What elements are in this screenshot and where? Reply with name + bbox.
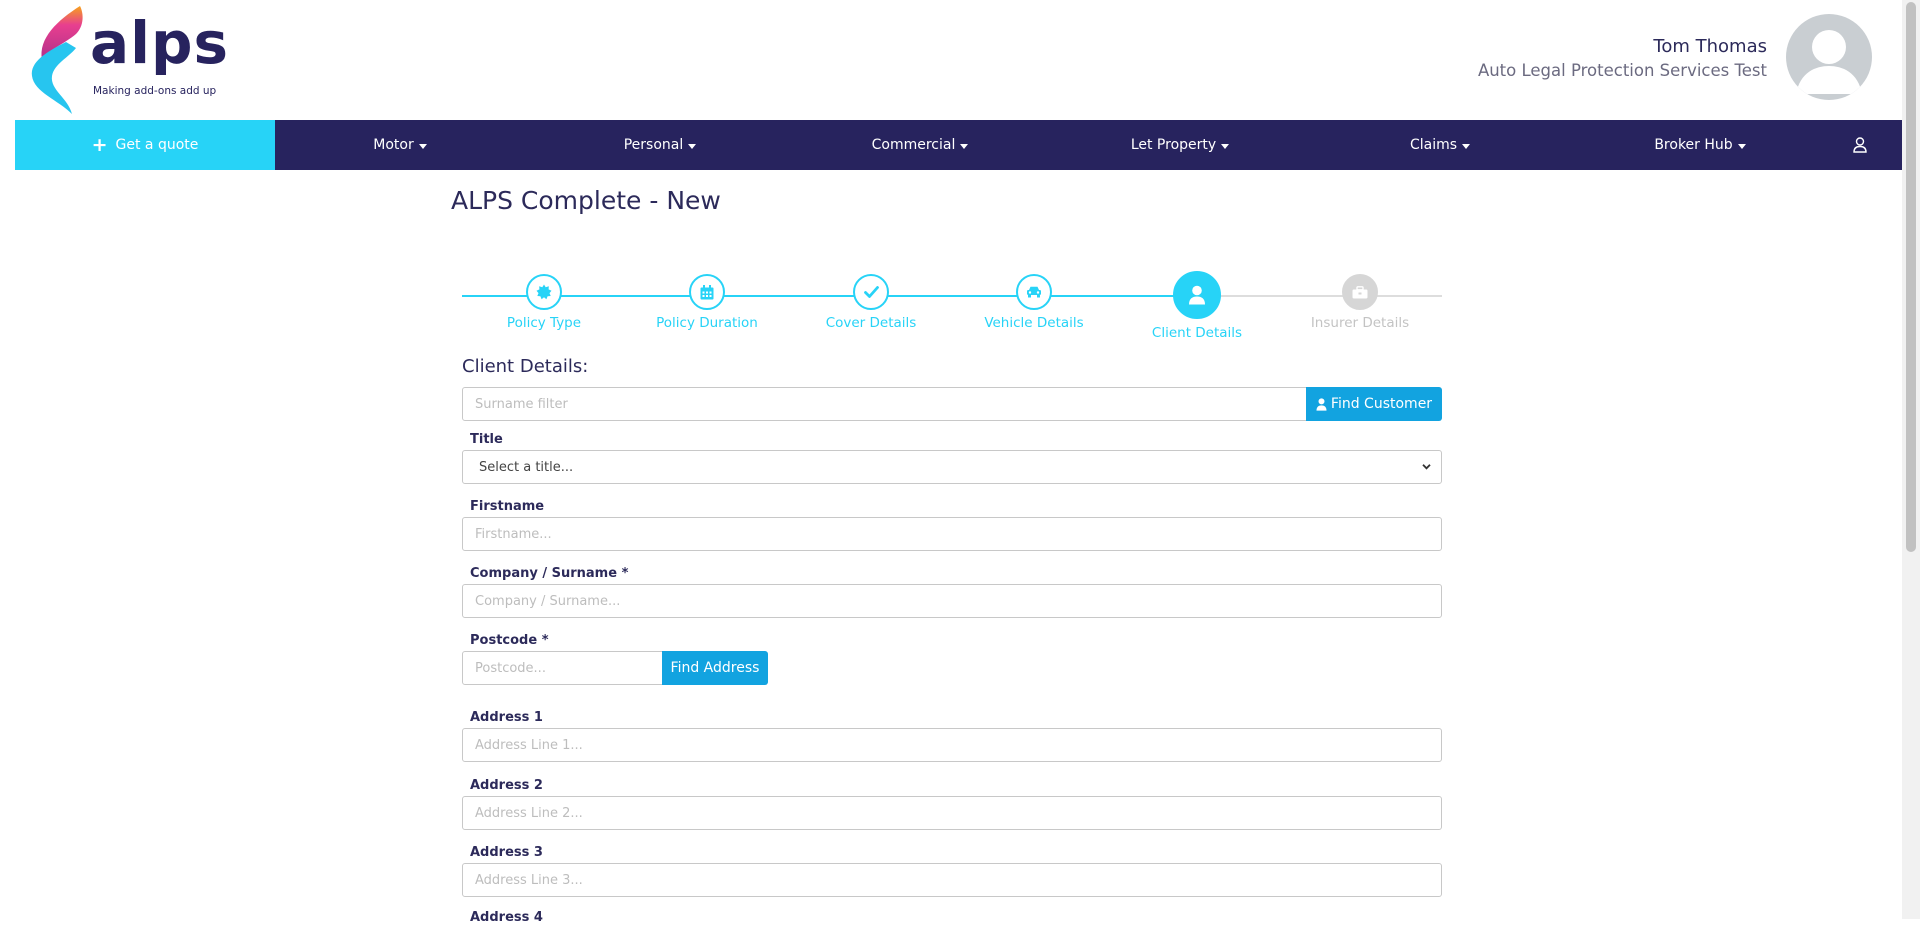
surname-label: Company / Surname *: [470, 566, 629, 581]
address3-label: Address 3: [470, 845, 543, 860]
caret-down-icon: [418, 143, 427, 149]
step-policy-duration[interactable]: Policy Duration: [625, 270, 789, 331]
step-policy-type[interactable]: Policy Type: [462, 270, 626, 331]
nav-item-claims[interactable]: Claims: [1375, 120, 1505, 170]
caret-down-icon: [688, 143, 697, 149]
step-circle: [689, 274, 725, 310]
postcode-label: Postcode *: [470, 633, 549, 648]
step-label: Policy Duration: [656, 315, 758, 331]
default-avatar-icon: [1796, 30, 1862, 94]
step-vehicle-details[interactable]: Vehicle Details: [952, 270, 1116, 331]
certificate-icon: [536, 284, 552, 300]
address3-input[interactable]: Address Line 3...: [462, 863, 1442, 897]
logo-wordmark: alps: [90, 9, 230, 77]
caret-down-icon: [1221, 143, 1230, 149]
address3-placeholder: Address Line 3...: [475, 872, 583, 888]
step-label: Cover Details: [825, 315, 917, 331]
logo-tagline: Making add-ons add up: [93, 85, 217, 97]
firstname-placeholder: Firstname...: [475, 526, 552, 542]
get-a-quote-label: Get a quote: [115, 137, 199, 153]
step-label: Insurer Details: [1310, 315, 1410, 331]
step-circle: [526, 274, 562, 310]
nav-item-label: Motor: [373, 137, 414, 153]
step-circle: [853, 274, 889, 310]
step-circle: [1173, 271, 1221, 319]
car-icon: [1027, 286, 1041, 298]
title-selected-value: Select a title...: [479, 459, 574, 475]
address2-placeholder: Address Line 2...: [475, 805, 583, 821]
postcode-placeholder: Postcode...: [475, 660, 546, 676]
title-label: Title: [470, 432, 503, 447]
postcode-input[interactable]: Postcode...: [462, 651, 663, 685]
surname-placeholder: Company / Surname...: [475, 593, 621, 609]
address1-label: Address 1: [470, 710, 543, 725]
find-address-button[interactable]: Find Address: [662, 651, 768, 685]
firstname-label: Firstname: [470, 499, 545, 514]
main-nav: + Get a quote Motor Personal Commercial …: [15, 120, 1902, 170]
flame-logo-icon: [31, 6, 83, 114]
nav-item-label: Broker Hub: [1654, 137, 1733, 153]
step-client-details[interactable]: Client Details: [1115, 270, 1279, 341]
title-select[interactable]: Select a title...: [462, 450, 1442, 484]
chevron-down-icon: [1422, 464, 1431, 470]
address2-label: Address 2: [470, 778, 543, 793]
address2-input[interactable]: Address Line 2...: [462, 796, 1442, 830]
step-circle: [1016, 274, 1052, 310]
nav-item-let-property[interactable]: Let Property: [1110, 120, 1250, 170]
surname-filter-placeholder: Surname filter: [475, 396, 568, 412]
nav-item-label: Commercial: [871, 137, 956, 153]
alps-logo[interactable]: alps Making add-ons add up: [28, 4, 228, 116]
caret-down-icon: [1462, 143, 1471, 149]
progress-stepper: Policy Type Policy Duration Cover Detail: [462, 270, 1442, 341]
get-a-quote-button[interactable]: + Get a quote: [15, 120, 275, 170]
surname-input[interactable]: Company / Surname...: [462, 584, 1442, 618]
caret-down-icon: [960, 143, 969, 149]
user-icon: [1316, 397, 1327, 411]
nav-item-broker-hub[interactable]: Broker Hub: [1630, 120, 1770, 170]
page-scrollbar[interactable]: [1902, 0, 1920, 919]
address1-input[interactable]: Address Line 1...: [462, 728, 1442, 762]
surname-filter-input[interactable]: Surname filter: [462, 387, 1307, 421]
address1-placeholder: Address Line 1...: [475, 737, 583, 753]
find-customer-button[interactable]: Find Customer: [1306, 387, 1442, 421]
nav-item-personal[interactable]: Personal: [595, 120, 725, 170]
user-icon: [1189, 285, 1205, 305]
calendar-icon: [700, 284, 714, 299]
firstname-input[interactable]: Firstname...: [462, 517, 1442, 551]
user-name: Tom Thomas: [1653, 36, 1767, 57]
avatar[interactable]: [1786, 14, 1872, 100]
step-circle: [1342, 274, 1378, 310]
header: alps Making add-ons add up Tom Thomas Au…: [0, 0, 1902, 120]
caret-down-icon: [1737, 143, 1746, 149]
step-label: Client Details: [1151, 325, 1243, 341]
user-info: Tom Thomas Auto Legal Protection Service…: [1478, 34, 1767, 82]
step-label: Vehicle Details: [984, 315, 1084, 331]
nav-item-label: Let Property: [1130, 137, 1217, 153]
scrollbar-thumb[interactable]: [1906, 2, 1916, 552]
check-icon: [863, 286, 879, 298]
find-customer-label: Find Customer: [1330, 396, 1433, 412]
step-cover-details[interactable]: Cover Details: [789, 270, 953, 331]
section-title: Client Details:: [462, 356, 589, 377]
nav-item-label: Personal: [623, 137, 684, 153]
page-title: ALPS Complete - New: [451, 186, 721, 215]
user-outline-icon: [1853, 137, 1867, 153]
step-label: Policy Type: [506, 315, 582, 331]
find-address-label: Find Address: [670, 660, 760, 676]
nav-item-label: Claims: [1409, 137, 1458, 153]
step-insurer-details[interactable]: Insurer Details: [1278, 270, 1442, 331]
address4-label: Address 4: [470, 910, 543, 925]
nav-item-motor[interactable]: Motor: [335, 120, 465, 170]
nav-item-commercial[interactable]: Commercial: [855, 120, 985, 170]
briefcase-icon: [1352, 285, 1368, 298]
plus-icon: +: [91, 133, 108, 156]
user-company: Auto Legal Protection Services Test: [1477, 61, 1767, 80]
account-menu[interactable]: [1840, 120, 1880, 170]
